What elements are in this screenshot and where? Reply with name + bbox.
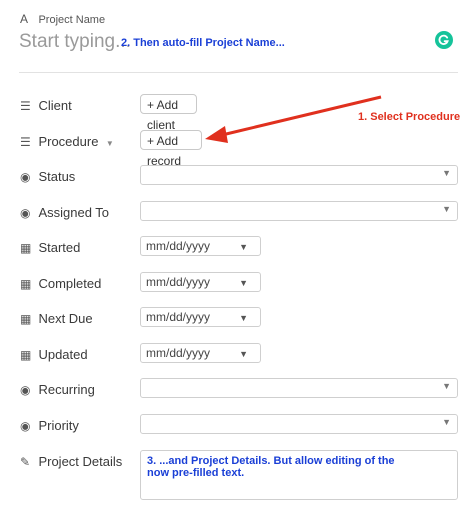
date-placeholder: mm/dd/yyyy xyxy=(146,239,211,253)
assigned-to-label-row: ◉ Assigned To xyxy=(20,204,109,222)
chevron-down-icon: ▼ xyxy=(239,313,248,323)
status-select[interactable]: ▼ xyxy=(140,165,458,185)
completed-label-row: ▦ Completed xyxy=(20,275,101,293)
started-label-row: ▦ Started xyxy=(20,239,80,257)
started-date-input[interactable]: mm/dd/yyyy ▼ xyxy=(140,236,261,256)
date-placeholder: mm/dd/yyyy xyxy=(146,310,211,324)
priority-select[interactable]: ▼ xyxy=(140,414,458,434)
calendar-icon: ▦ xyxy=(20,312,32,326)
updated-date-input[interactable]: mm/dd/yyyy ▼ xyxy=(140,343,261,363)
chevron-down-icon: ▼ xyxy=(442,168,451,178)
calendar-icon: ▦ xyxy=(20,277,32,291)
annotation-project-details-line2: now pre-filled text. xyxy=(147,467,245,479)
assigned-to-select[interactable]: ▼ xyxy=(140,201,458,221)
updated-label-row: ▦ Updated xyxy=(20,346,88,364)
calendar-icon: ▦ xyxy=(20,348,32,362)
annotation-select-procedure: 1. Select Procedure xyxy=(358,111,461,123)
recurring-select[interactable]: ▼ xyxy=(140,378,458,398)
status-label: Status xyxy=(38,169,76,184)
chevron-down-icon: ▼ xyxy=(239,349,248,359)
calendar-icon: ▦ xyxy=(20,241,32,255)
chevron-down-icon: ▼ xyxy=(442,204,451,214)
recurring-label-row: ◉ Recurring xyxy=(20,381,95,399)
updated-label: Updated xyxy=(38,347,88,362)
recurring-label: Recurring xyxy=(38,382,95,397)
long-text-icon: ✎ xyxy=(20,455,31,469)
chevron-down-icon: ▼ xyxy=(239,242,248,252)
next-due-label-row: ▦ Next Due xyxy=(20,310,93,328)
next-due-label: Next Due xyxy=(38,311,93,326)
circle-dot-icon: ◉ xyxy=(20,206,31,220)
date-placeholder: mm/dd/yyyy xyxy=(146,346,211,360)
priority-label: Priority xyxy=(38,418,79,433)
completed-date-input[interactable]: mm/dd/yyyy ▼ xyxy=(140,272,261,292)
date-placeholder: mm/dd/yyyy xyxy=(146,275,211,289)
project-details-label: Project Details xyxy=(38,454,123,469)
started-label: Started xyxy=(38,240,81,255)
assigned-to-label: Assigned To xyxy=(38,205,110,220)
next-due-date-input[interactable]: mm/dd/yyyy ▼ xyxy=(140,307,261,327)
priority-label-row: ◉ Priority xyxy=(20,417,79,435)
circle-dot-icon: ◉ xyxy=(20,170,31,184)
project-details-textarea[interactable]: 3. ...and Project Details. But allow edi… xyxy=(140,450,458,500)
project-details-label-row: ✎ Project Details xyxy=(20,453,122,471)
circle-dot-icon: ◉ xyxy=(20,419,31,433)
annotation-project-details-line1: 3. ...and Project Details. But allow edi… xyxy=(147,455,395,467)
completed-label: Completed xyxy=(38,276,102,291)
chevron-down-icon: ▼ xyxy=(239,278,248,288)
chevron-down-icon: ▼ xyxy=(442,417,451,427)
chevron-down-icon: ▼ xyxy=(442,381,451,391)
status-label-row: ◉ Status xyxy=(20,168,75,186)
circle-dot-icon: ◉ xyxy=(20,383,31,397)
